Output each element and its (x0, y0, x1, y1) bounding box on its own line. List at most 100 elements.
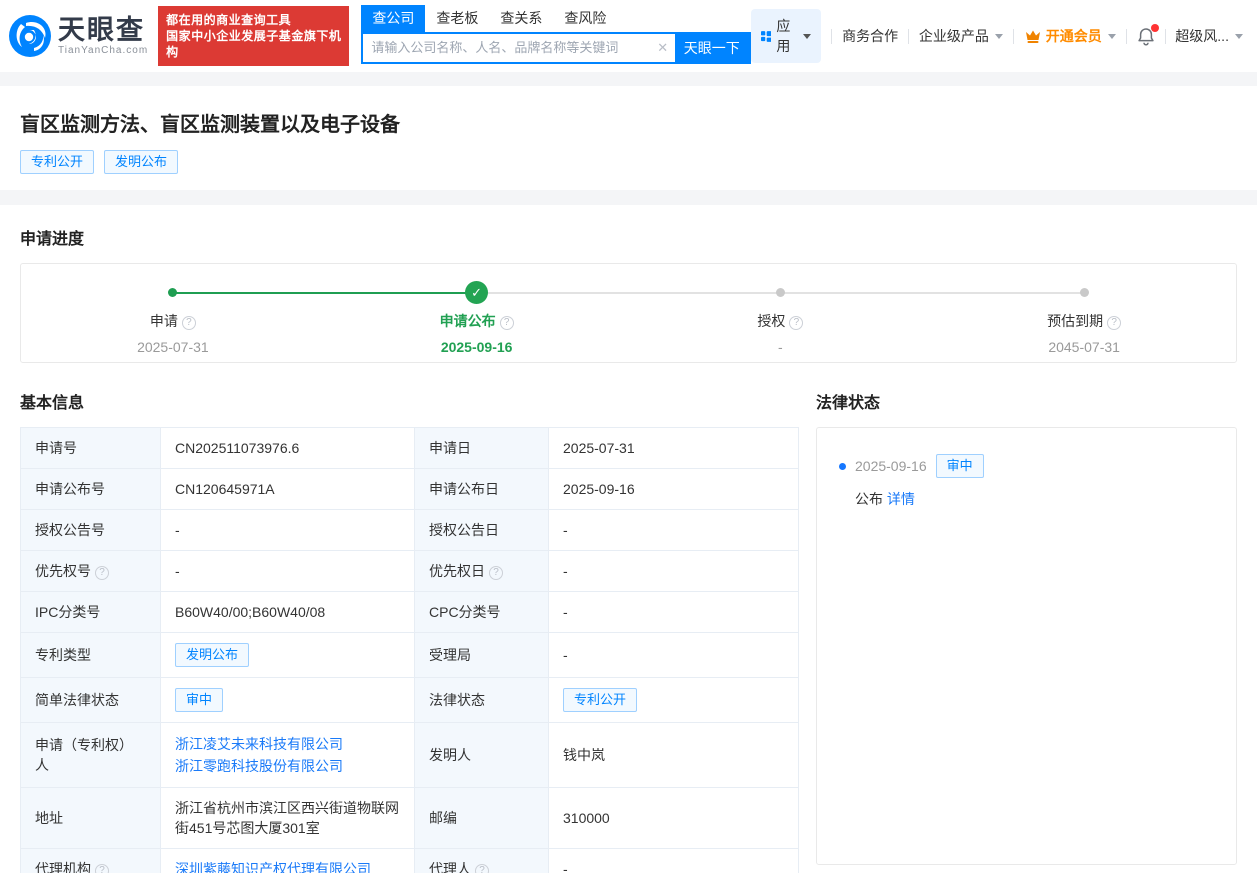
legal-status-date: 2025-09-16 (855, 458, 927, 474)
field-value: B60W40/00;B60W40/08 (160, 591, 415, 633)
basic-info-table: 申请号 CN202511073976.6 申请日 2025-07-31 申请公布… (20, 427, 799, 873)
field-label: 法律状态 (414, 677, 549, 723)
nav-super-risk[interactable]: 超级风... (1175, 26, 1243, 46)
legal-status-heading: 法律状态 (816, 395, 881, 412)
step-date: - (778, 339, 783, 355)
help-icon[interactable]: ? (475, 864, 489, 873)
step-check-icon: ✓ (465, 280, 489, 304)
tag-patent-public: 专利公开 (20, 150, 95, 174)
nav-open-vip[interactable]: 开通会员 (1024, 26, 1116, 46)
search-input[interactable] (363, 33, 651, 62)
tianyancha-logo-icon (9, 15, 51, 57)
step-dot (775, 287, 785, 297)
app-grid-icon (760, 30, 772, 42)
tag-invention-publication: 发明公布 (104, 150, 179, 174)
logo-cn: 天眼查 (58, 15, 145, 45)
notification-dot (1150, 23, 1159, 32)
step-label: 授权? (629, 311, 933, 331)
search-tab-boss[interactable]: 查老板 (425, 5, 489, 32)
page-title: 盲区监测方法、盲区监测装置以及电子设备 (20, 114, 400, 136)
field-label: 授权公告号 (20, 509, 161, 551)
step-label: 预估到期? (932, 311, 1236, 331)
progress-step-apply: 申请? 2025-07-31 (21, 280, 325, 355)
nav-apps[interactable]: 应用 (750, 9, 822, 63)
help-icon[interactable]: ? (489, 566, 503, 580)
field-label: 申请公布号 (20, 468, 161, 510)
table-row: 申请号 CN202511073976.6 申请日 2025-07-31 (20, 427, 799, 469)
notification-bell-icon[interactable] (1137, 23, 1159, 46)
agency-link[interactable]: 深圳紫藤知识产权代理有限公司 (175, 861, 371, 873)
help-icon[interactable]: ? (95, 566, 109, 580)
step-dot (1079, 287, 1089, 297)
nav-vip-label: 开通会员 (1045, 28, 1102, 44)
help-icon[interactable]: ? (499, 316, 514, 330)
field-value: - (548, 550, 799, 592)
simple-legal-status-badge[interactable]: 审中 (175, 688, 224, 712)
help-icon[interactable]: ? (789, 316, 804, 330)
search-tabs: 查公司 查老板 查关系 查风险 (361, 4, 750, 32)
search-tab-relation[interactable]: 查关系 (489, 5, 553, 32)
header-nav: 应用 商务合作 企业级产品 开通会员 超级风... (750, 9, 1243, 63)
logo-en: TianYanCha.com (58, 45, 149, 56)
nav-enterprise-products[interactable]: 企业级产品 (919, 26, 1003, 46)
field-value: 2025-07-31 (548, 427, 799, 469)
nav-apps-label: 应用 (776, 18, 791, 54)
field-label: 受理局 (414, 632, 549, 678)
chevron-down-icon (1234, 33, 1243, 39)
applicant-link[interactable]: 浙江零跑科技股份有限公司 (175, 755, 400, 777)
search-tab-risk[interactable]: 查风险 (553, 5, 617, 32)
legal-status-section: 法律状态 2025-09-16 审中 公布 详情 (816, 389, 1237, 873)
nav-divider (1125, 28, 1127, 44)
field-label: 代理人? (414, 848, 549, 873)
nav-divider (1164, 28, 1166, 44)
help-icon[interactable]: ? (1107, 316, 1122, 330)
help-icon[interactable]: ? (181, 316, 196, 330)
field-value: 审中 (160, 677, 415, 723)
help-icon[interactable]: ? (95, 864, 109, 873)
field-label: 申请日 (414, 427, 549, 469)
field-value: 钱中岚 (548, 722, 799, 788)
table-row: 申请公布号 CN120645971A 申请公布日 2025-09-16 (20, 468, 799, 510)
search-button[interactable]: 天眼一下 (674, 33, 749, 62)
step-date: 2025-09-16 (440, 339, 513, 355)
field-label: 优先权号? (20, 550, 161, 592)
field-label: 申请号 (20, 427, 161, 469)
bullet-dot-icon (839, 462, 846, 470)
patent-tags: 专利公开 发明公布 (20, 150, 1237, 174)
chevron-down-icon (803, 33, 812, 39)
legal-status-item-badge[interactable]: 审中 (935, 454, 984, 478)
vip-crown-icon (1025, 30, 1040, 43)
slogan-line2: 国家中小企业发展子基金旗下机构 (166, 29, 342, 59)
field-label: 优先权日? (414, 550, 549, 592)
field-label: 申请公布日 (414, 468, 549, 510)
progress-steps: 申请? 2025-07-31 ✓ 申请公布? 2025-09-16 授权? - … (21, 280, 1236, 355)
patent-title-section: 盲区监测方法、盲区监测装置以及电子设备 专利公开 发明公布 (0, 86, 1257, 190)
step-dot (168, 287, 178, 297)
legal-status-item: 2025-09-16 审中 (839, 454, 1214, 478)
legal-status-detail: 公布 详情 (855, 489, 1214, 509)
table-row: IPC分类号 B60W40/00;B60W40/08 CPC分类号 - (20, 591, 799, 633)
field-label: 授权公告日 (414, 509, 549, 551)
progress-heading: 申请进度 (20, 231, 85, 248)
field-label: 邮编 (414, 787, 549, 849)
field-label: 简单法律状态 (20, 677, 161, 723)
field-value: - (548, 632, 799, 678)
applicant-link[interactable]: 浙江凌艾未来科技有限公司 (175, 733, 400, 755)
patent-type-badge[interactable]: 发明公布 (175, 643, 250, 667)
field-value: - (160, 550, 415, 592)
search-tab-company[interactable]: 查公司 (361, 4, 426, 32)
clear-search-icon[interactable]: ✕ (651, 34, 675, 62)
nav-business-cooperation[interactable]: 商务合作 (842, 26, 898, 46)
field-value: 深圳紫藤知识产权代理有限公司 (160, 848, 415, 873)
legal-status-detail-link[interactable]: 详情 (887, 491, 915, 507)
field-label: 专利类型 (20, 632, 161, 678)
field-label: 代理机构? (20, 848, 161, 873)
field-label: 申请（专利权）人 (20, 722, 161, 788)
slogan-line1: 都在用的商业查询工具 (166, 13, 292, 27)
table-row: 代理机构? 深圳紫藤知识产权代理有限公司 代理人? - (20, 848, 799, 873)
legal-status-badge[interactable]: 专利公开 (563, 688, 638, 712)
tianyancha-logo[interactable]: 天眼查 TianYanCha.com (8, 14, 148, 58)
main-content: 申请进度 申请? 2025-07-31 ✓ 申请公布? 2025-09-16 授… (0, 205, 1257, 873)
chevron-down-icon (994, 33, 1003, 39)
basic-info-section: 基本信息 申请号 CN202511073976.6 申请日 2025-07-31… (20, 389, 799, 873)
